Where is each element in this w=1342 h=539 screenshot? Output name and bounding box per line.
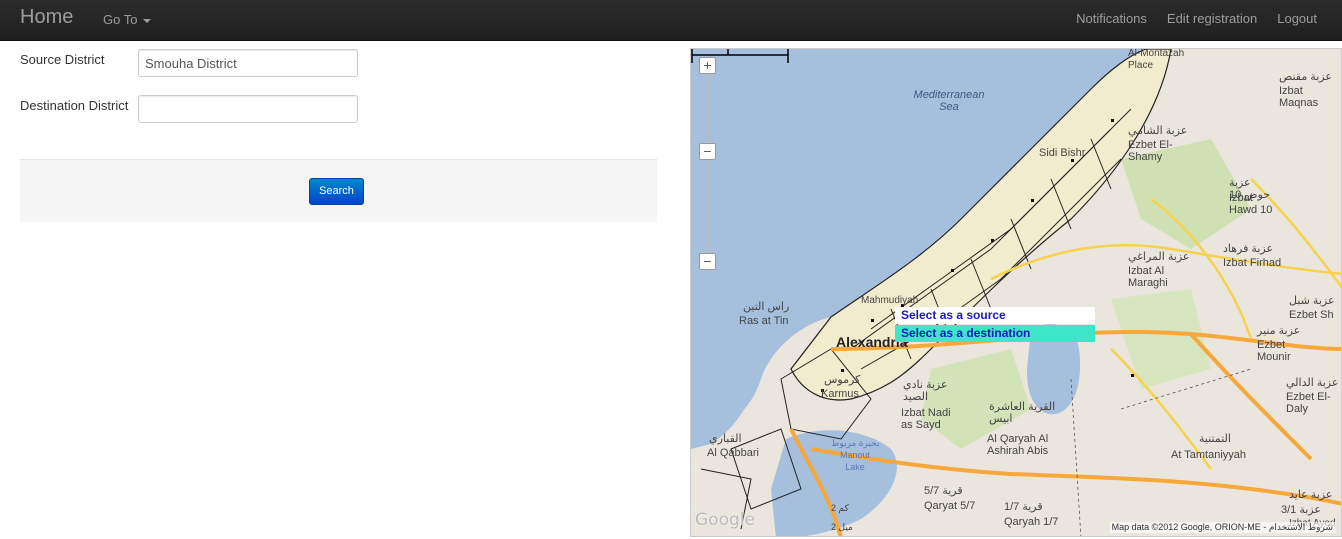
form-actions: Search [20, 159, 657, 222]
map-label-qaryah: Al Qaryah Al Ashirah Abis [987, 433, 1049, 457]
map-label-mounir-ar: عزبة منير [1257, 325, 1301, 337]
map-label-q57-ar: قرية 5/7 [924, 485, 963, 497]
map-scale-mi: 2 ميل [831, 522, 853, 532]
map-label-farhad-ar: عزبة فرهاد [1223, 243, 1274, 255]
search-button[interactable]: Search [309, 178, 364, 205]
map-canvas[interactable]: + − − Mediterranean Sea Al-Montazah Plac… [690, 48, 1342, 537]
map-label-ayed-ar: عزبة عايد [1289, 489, 1333, 501]
context-menu-select-destination[interactable]: Select as a destination [895, 325, 1095, 342]
notifications-link[interactable]: Notifications [1076, 11, 1147, 26]
map-label-ras-el-tin-ar: راس التين [743, 301, 790, 313]
map-label-maraghi-ar: عزبة المراغي [1128, 251, 1190, 263]
source-district-input[interactable] [138, 49, 358, 77]
map-label-hawd: Izbat Hawd 10 [1229, 192, 1273, 216]
goto-dropdown[interactable]: Go To [103, 12, 152, 27]
map-label-farhad: Izbat Firhad [1223, 257, 1282, 269]
zoom-slider-handle[interactable]: − [699, 143, 716, 160]
map-label-sea: Mediterranean Sea [913, 89, 985, 113]
map-label-shamy: Ezbet El-Shamy [1128, 139, 1173, 163]
map-label-karmus: Karmus [821, 388, 859, 400]
top-navbar: Home Go To Notifications Edit registrati… [0, 0, 1342, 41]
map-label-q31-ar: عزبة 3/1 [1281, 504, 1321, 516]
map-label-tamtaniyyah-ar: التمتنية [1199, 433, 1231, 445]
caret-down-icon [143, 18, 152, 23]
map-label-daly-ar: عزبة الدالي [1286, 377, 1339, 389]
edit-registration-link[interactable]: Edit registration [1167, 11, 1257, 26]
map-label-mahmudiyah: Mahmudiyah [861, 295, 919, 306]
map-label-maqnas-ar: عزبة مقنص [1279, 71, 1332, 83]
home-brand-link[interactable]: Home [20, 6, 73, 29]
map-label-karmus-ar: كرموس [824, 374, 861, 386]
map-attribution[interactable]: Map data ©2012 Google, ORION-ME - شروط ا… [1109, 522, 1335, 533]
google-logo: Google [695, 510, 755, 530]
map-label-q17-ar: قرية 1/7 [1004, 501, 1043, 513]
map-label-q17: Qaryah 1/7 [1004, 516, 1059, 528]
map-label-ras-el-tin: Ras at Tin [739, 315, 789, 327]
map-label-mounir: Ezbet Mounir [1257, 339, 1291, 363]
map-scale-km: 2 كم [831, 503, 849, 513]
destination-district-input[interactable] [138, 95, 358, 123]
map-scale-bar [691, 49, 789, 63]
logout-link[interactable]: Logout [1277, 11, 1317, 26]
context-menu-select-source[interactable]: Select as a source [895, 307, 1095, 324]
map-label-qabbari-ar: القباري [709, 433, 742, 445]
zoom-slider-track[interactable] [707, 75, 709, 271]
map-label-sidi-bishr: Sidi Bishr [1039, 147, 1086, 159]
map-label-lake-ar: بحيرة مريوط [831, 438, 880, 448]
map-label-qaryah-ar: القرية العاشرة ابيس [989, 401, 1056, 425]
goto-label: Go To [103, 12, 138, 27]
map-label-shebl-ar: عزبة شبل [1289, 295, 1335, 307]
source-district-label: Source District [20, 52, 105, 67]
map-label-nadi-ar: عزبة نادي الصيد [903, 379, 948, 403]
destination-district-label: Destination District [20, 98, 129, 113]
navbar-right-links: Notifications Edit registration Logout [1076, 11, 1317, 26]
map-label-shebl: Ezbet Sh [1289, 309, 1334, 321]
map-label-montazah: Al-Montazah Place [1128, 48, 1185, 71]
map-label-tamtaniyyah: At Tamtaniyyah [1171, 449, 1247, 461]
map-label-lake: Manout Lake [839, 450, 871, 472]
zoom-out-button[interactable]: − [699, 253, 716, 270]
map-label-qabbari: Al Qabbari [707, 447, 759, 459]
map-tiles [691, 49, 1341, 536]
map-label-nadi: Izbat Nadi as Sayd [901, 407, 951, 431]
map-label-q57: Qaryat 5/7 [924, 500, 976, 512]
map-label-shamy-ar: عزبة الشامي [1128, 125, 1188, 137]
map-label-daly: Ezbet El-Daly [1286, 391, 1331, 415]
map-label-maqnas: Izbat Maqnas [1279, 85, 1319, 109]
map-label-maraghi: Izbat Al Maraghi [1128, 265, 1168, 289]
